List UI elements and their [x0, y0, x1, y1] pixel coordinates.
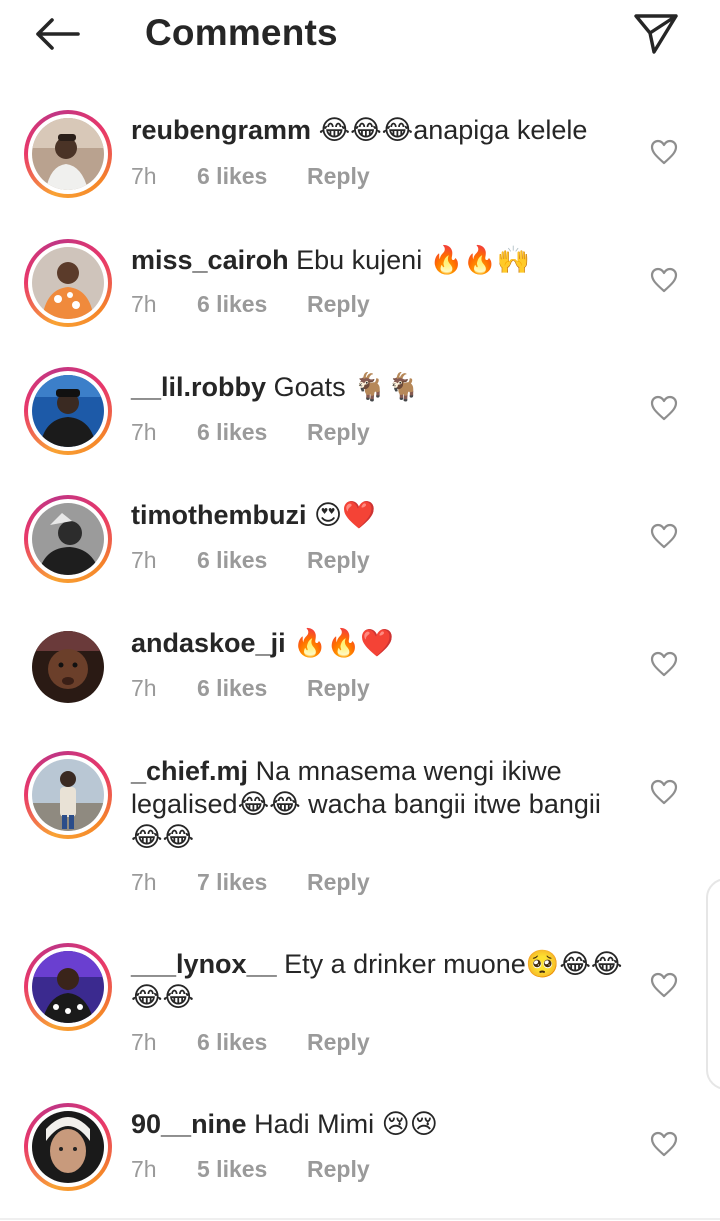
comment-text: timothembuzi 😍❤️ — [131, 500, 376, 530]
heart-icon[interactable] — [650, 395, 678, 421]
comment-meta: 7h 6 likes Reply — [131, 675, 370, 702]
comment-username[interactable]: ___lynox__ — [131, 949, 277, 979]
comment-username[interactable]: miss_cairoh — [131, 245, 289, 275]
comment-likes[interactable]: 6 likes — [197, 547, 307, 574]
heart-icon[interactable] — [650, 267, 678, 293]
comment-text: miss_cairoh Ebu kujeni 🔥🔥🙌 — [131, 245, 531, 275]
comment-username[interactable]: timothembuzi — [131, 500, 307, 530]
avatar[interactable] — [24, 367, 112, 455]
comment-username[interactable]: reubengramm — [131, 115, 311, 145]
comment-text: ___lynox__ Ety a drinker muone🥺😂😂😂😂 — [131, 949, 623, 1012]
avatar[interactable] — [24, 751, 112, 839]
back-button[interactable] — [28, 10, 84, 58]
avatar[interactable] — [24, 239, 112, 327]
comment-meta: 7h 5 likes Reply — [131, 1156, 370, 1183]
comment-time: 7h — [131, 1029, 157, 1055]
comment-likes[interactable]: 6 likes — [197, 291, 307, 318]
scroll-handle[interactable] — [706, 878, 720, 1090]
comment-text: __lil.robby Goats 🐐🐐 — [131, 372, 421, 402]
comment-text: reubengramm 😂😂😂anapiga kelele — [131, 115, 588, 145]
page-title: Comments — [145, 12, 338, 53]
reply-button[interactable]: Reply — [307, 291, 370, 318]
comment-likes[interactable]: 5 likes — [197, 1156, 307, 1183]
heart-icon[interactable] — [650, 1131, 678, 1157]
comment-likes[interactable]: 6 likes — [197, 1029, 307, 1056]
comment-likes[interactable]: 7 likes — [197, 869, 307, 896]
header: Comments — [0, 0, 720, 70]
heart-icon[interactable] — [650, 779, 678, 805]
comment-text: 90__nine Hadi Mimi 😢😢 — [131, 1109, 438, 1139]
comment-time: 7h — [131, 869, 157, 895]
comment-username[interactable]: 90__nine — [131, 1109, 247, 1139]
comment-time: 7h — [131, 419, 157, 445]
avatar[interactable] — [24, 1103, 112, 1191]
comment-text: andaskoe_ji 🔥🔥❤️ — [131, 628, 394, 658]
comment-text: _chief.mj Na mnasema wengi ikiwe legalis… — [131, 756, 601, 852]
arrow-left-icon — [36, 18, 80, 50]
reply-button[interactable]: Reply — [307, 547, 370, 574]
comment-time: 7h — [131, 1156, 157, 1182]
heart-icon[interactable] — [650, 972, 678, 998]
heart-icon[interactable] — [650, 651, 678, 677]
comment-likes[interactable]: 6 likes — [197, 163, 307, 190]
comment-username[interactable]: __lil.robby — [131, 372, 266, 402]
share-button[interactable] — [628, 8, 684, 60]
comment-likes[interactable]: 6 likes — [197, 675, 307, 702]
comment-time: 7h — [131, 547, 157, 573]
reply-button[interactable]: Reply — [307, 163, 370, 190]
heart-icon[interactable] — [650, 139, 678, 165]
reply-button[interactable]: Reply — [307, 675, 370, 702]
reply-button[interactable]: Reply — [307, 869, 370, 896]
avatar[interactable] — [24, 623, 112, 711]
comment-meta: 7h 6 likes Reply — [131, 547, 370, 574]
comment-time: 7h — [131, 163, 157, 189]
comment-meta: 7h 6 likes Reply — [131, 163, 370, 190]
comment-username[interactable]: andaskoe_ji — [131, 628, 286, 658]
reply-button[interactable]: Reply — [307, 1156, 370, 1183]
comment-meta: 7h 6 likes Reply — [131, 1029, 370, 1056]
avatar[interactable] — [24, 495, 112, 583]
divider — [0, 1218, 720, 1220]
avatar[interactable] — [24, 110, 112, 198]
avatar[interactable] — [24, 943, 112, 1031]
comment-meta: 7h 7 likes Reply — [131, 869, 370, 896]
heart-icon[interactable] — [650, 523, 678, 549]
reply-button[interactable]: Reply — [307, 1029, 370, 1056]
comment-meta: 7h 6 likes Reply — [131, 419, 370, 446]
comment-time: 7h — [131, 291, 157, 317]
comment-meta: 7h 6 likes Reply — [131, 291, 370, 318]
comment-likes[interactable]: 6 likes — [197, 419, 307, 446]
comment-time: 7h — [131, 675, 157, 701]
paper-plane-icon — [634, 14, 678, 54]
comment-username[interactable]: _chief.mj — [131, 756, 248, 786]
reply-button[interactable]: Reply — [307, 419, 370, 446]
